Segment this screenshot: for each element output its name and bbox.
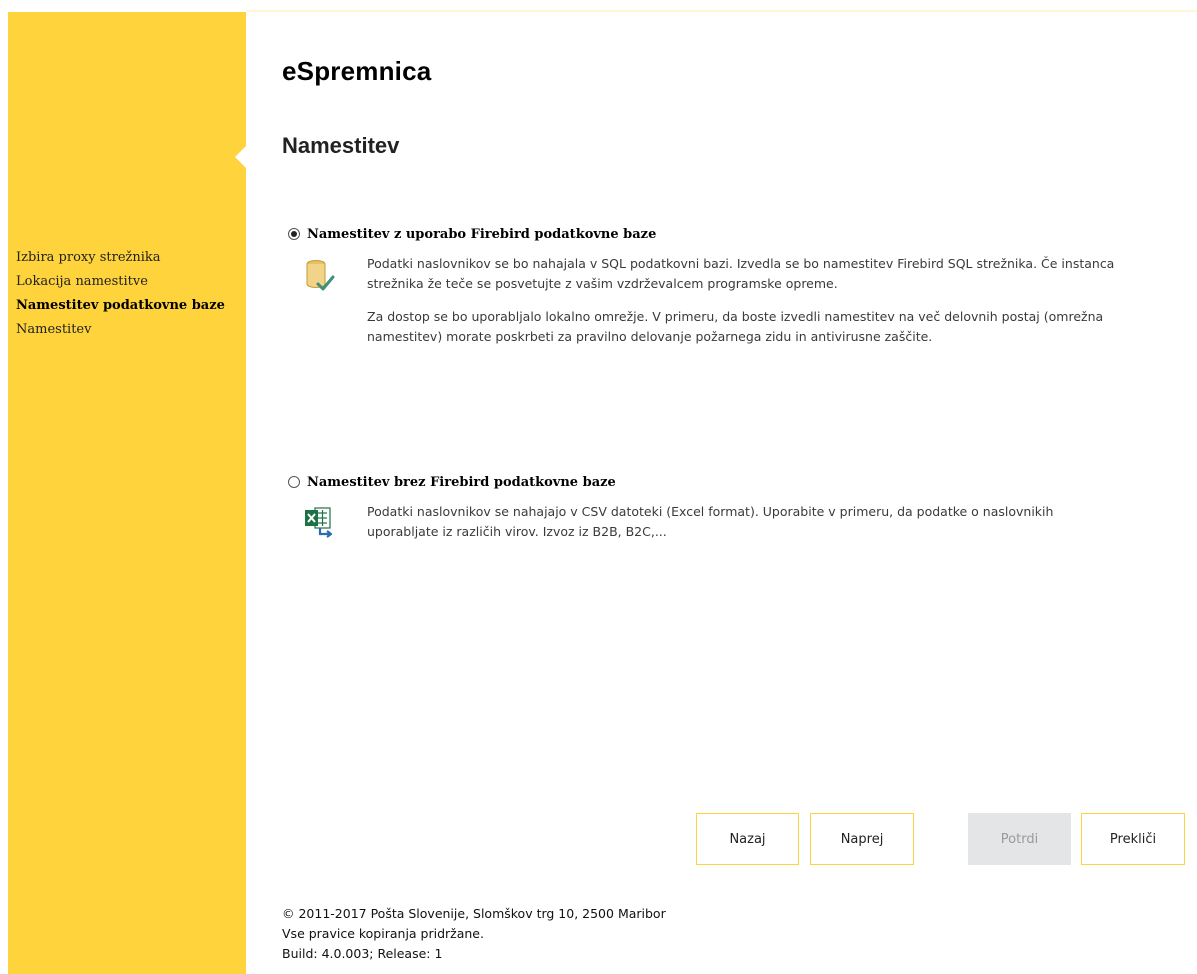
back-button[interactable]: Nazaj [696, 813, 799, 865]
wizard-sidebar: Izbira proxy strežnika Lokacija namestit… [8, 12, 254, 974]
confirm-button: Potrdi [968, 813, 1071, 865]
option-with-firebird[interactable]: Namestitev z uporabo Firebird podatkovne… [288, 226, 1127, 347]
footer-copyright: © 2011-2017 Pošta Slovenije, Slomškov tr… [282, 906, 666, 921]
top-accent-strip [246, 10, 1197, 12]
sidebar-step-install: Namestitev [16, 322, 92, 337]
sidebar-pointer-notch [235, 138, 254, 176]
footer: © 2011-2017 Pošta Slovenije, Slomškov tr… [282, 904, 666, 964]
cancel-button[interactable]: Prekliči [1081, 813, 1185, 865]
sidebar-step-database: Namestitev podatkovne baze [16, 298, 225, 313]
option-without-firebird-label[interactable]: Namestitev brez Firebird podatkovne baze [307, 475, 616, 490]
sidebar-step-proxy: Izbira proxy strežnika [16, 250, 161, 265]
wizard-steps-list: Izbira proxy strežnika Lokacija namestit… [16, 250, 225, 346]
next-button[interactable]: Naprej [810, 813, 914, 865]
option-without-firebird-row[interactable]: Namestitev brez Firebird podatkovne baze [288, 474, 1127, 490]
radio-selected-dot [291, 231, 297, 237]
option-with-firebird-desc-1: Podatki naslovnikov se bo nahajala v SQL… [367, 256, 1115, 291]
option-with-firebird-desc-2: Za dostop se bo uporabljalo lokalno omre… [367, 309, 1104, 344]
database-check-icon [306, 260, 335, 291]
sidebar-step-location: Lokacija namestitve [16, 274, 148, 289]
footer-rights: Vse pravice kopiranja pridržane. [282, 926, 484, 941]
radio-with-firebird[interactable] [288, 228, 300, 240]
page-heading: Namestitev [282, 133, 400, 158]
option-with-firebird-row[interactable]: Namestitev z uporabo Firebird podatkovne… [288, 226, 1127, 242]
option-without-firebird[interactable]: Namestitev brez Firebird podatkovne baze… [288, 474, 1127, 542]
option-with-firebird-label[interactable]: Namestitev z uporabo Firebird podatkovne… [307, 227, 656, 242]
excel-export-icon [305, 507, 333, 538]
app-title: eSpremnica [282, 56, 432, 86]
footer-build: Build: 4.0.003; Release: 1 [282, 946, 443, 961]
radio-without-firebird[interactable] [288, 476, 300, 488]
option-without-firebird-desc-1: Podatki naslovnikov se nahajajo v CSV da… [367, 504, 1054, 539]
